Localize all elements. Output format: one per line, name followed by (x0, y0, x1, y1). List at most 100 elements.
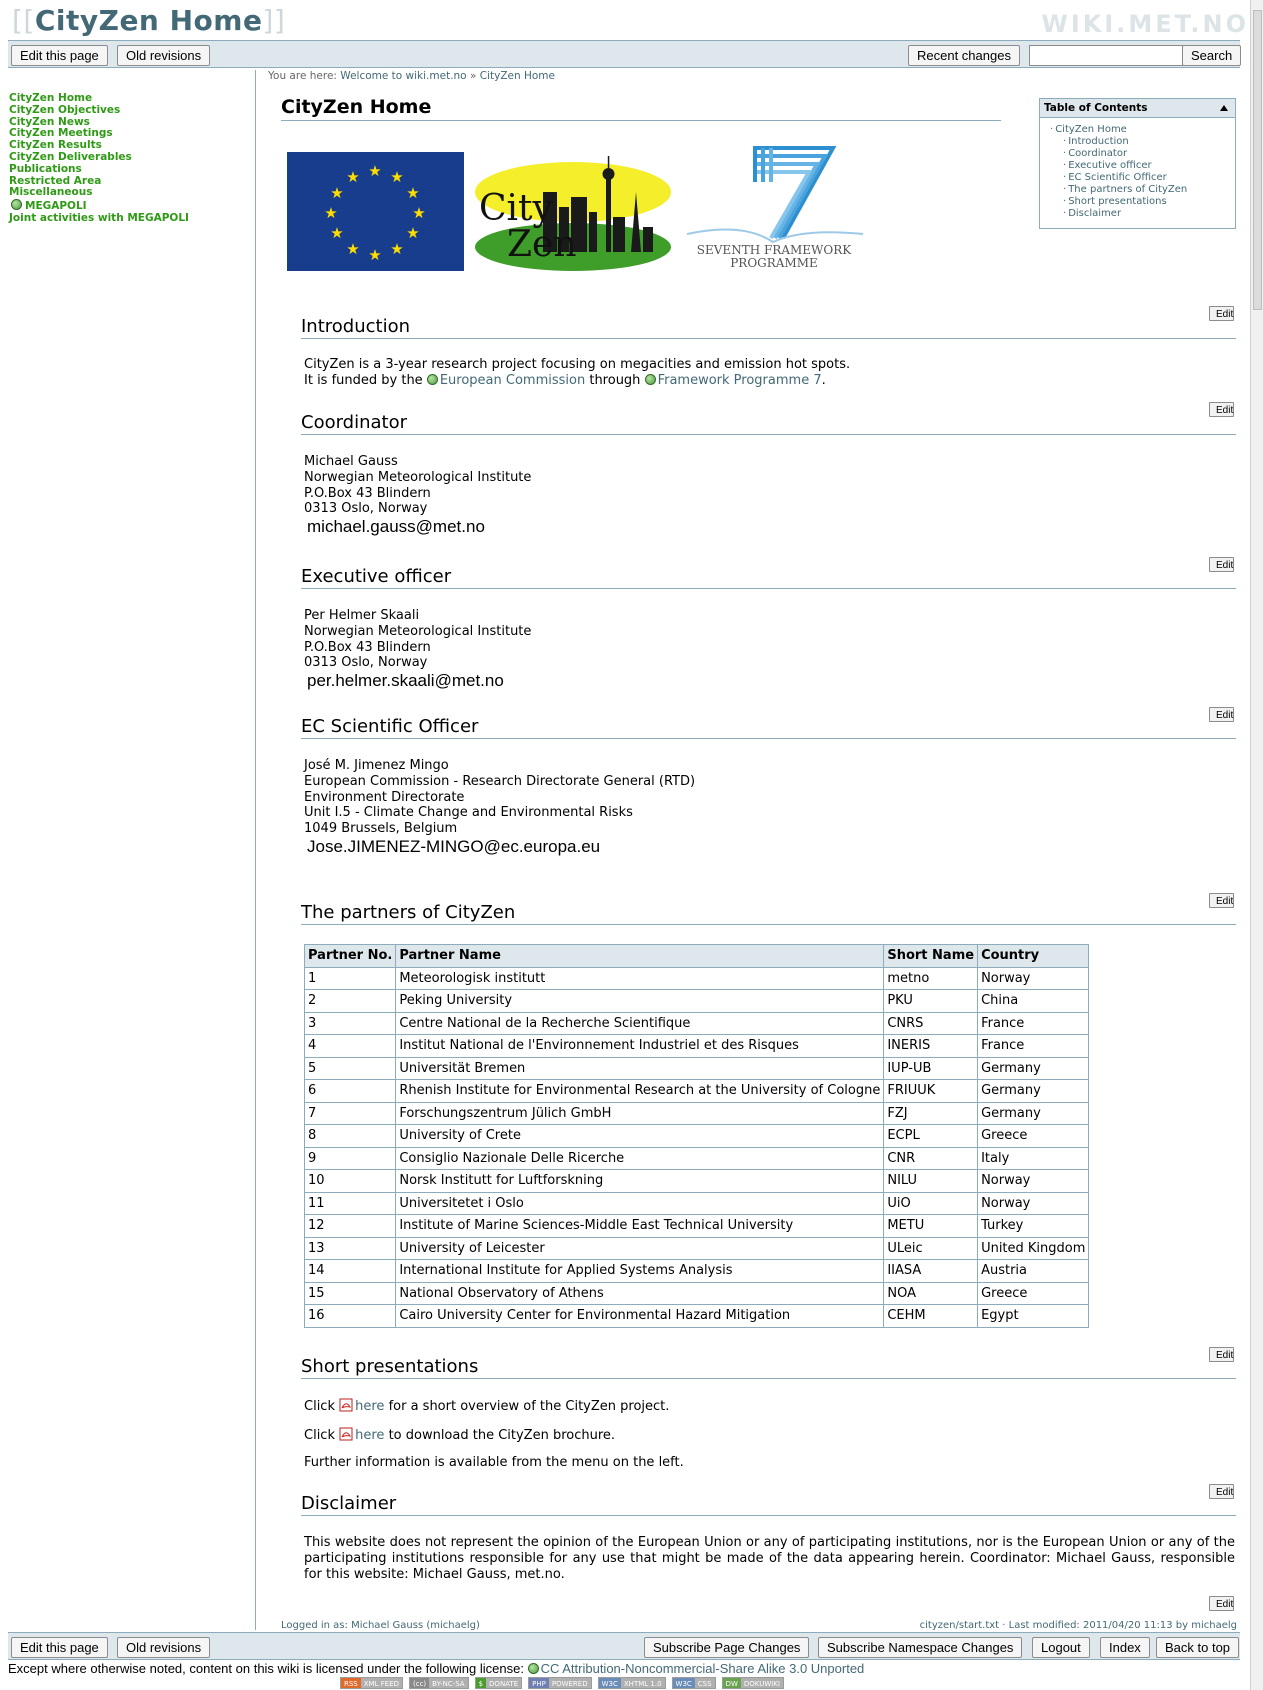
search-button[interactable]: Search (1182, 45, 1242, 66)
intro-period: . (821, 372, 826, 388)
badge-text: XML FEED (360, 1678, 402, 1688)
old-revisions-button-bottom[interactable]: Old revisions (117, 1637, 211, 1658)
cell-partner-name: Norsk Institutt for Luftforskning (395, 1169, 885, 1193)
footer-badge[interactable]: PHP POWERED (528, 1677, 592, 1689)
overview-pdf-link-label: here (355, 1399, 385, 1414)
footer-badge[interactable]: $ DONATE (474, 1677, 523, 1689)
wiki-brand-logo[interactable]: WIKI.MET.NO (1041, 10, 1249, 38)
cell-short-name: ECPL (883, 1124, 979, 1148)
footer-badge[interactable]: RSS XML FEED (340, 1677, 403, 1689)
footer-badge[interactable]: W3C XHTML 1.0 (597, 1677, 666, 1689)
breadcrumb-link-welcome[interactable]: Welcome to wiki.met.no (340, 70, 466, 82)
sidebar-nav: CityZen Home CityZen Objectives CityZen … (9, 92, 249, 225)
svg-text:★: ★ (330, 224, 343, 242)
logout-button[interactable]: Logout (1032, 1637, 1090, 1658)
coordinator-address: Michael Gauss Norwegian Meteorological I… (304, 454, 531, 535)
badge-text: DOKUWIKI (740, 1678, 783, 1688)
scrollbar[interactable] (1250, 0, 1263, 1690)
toc-list: CityZen Home Introduction Coordinator Ex… (1040, 118, 1235, 220)
license-link[interactable]: CC Attribution-Noncommercial-Share Alike… (527, 1661, 864, 1676)
framework-programme-link[interactable]: Framework Programme 7 (644, 373, 822, 388)
toc-collapse-arrow-icon[interactable] (1220, 105, 1228, 111)
cell-partner-name: University of Crete (395, 1124, 885, 1148)
cell-partner-no: 4 (303, 1034, 397, 1058)
old-revisions-button[interactable]: Old revisions (117, 45, 211, 66)
introduction-line2: It is funded by the European Commission … (304, 373, 850, 389)
ec-officer-unit: Unit I.5 - Climate Change and Environmen… (304, 805, 633, 821)
cell-partner-no: 10 (303, 1169, 397, 1193)
table-row: 5 Universität Bremen IUP-UB Germany (303, 1056, 1090, 1080)
section-heading-coordinator: Coordinator (301, 412, 1236, 435)
badge-label: W3C (672, 1678, 695, 1688)
table-row: 13 University of Leicester ULeic United Kin… (303, 1236, 1090, 1260)
scrollbar-thumb[interactable] (1253, 10, 1262, 310)
overview-pdf-link[interactable]: here (339, 1398, 385, 1414)
presentations-p1-rest: for a short overview of the CityZen proj… (388, 1399, 670, 1414)
badge-label: PHP (529, 1678, 549, 1688)
footer-badge[interactable]: W3C CSS (671, 1677, 716, 1689)
badge-label: W3C (598, 1678, 621, 1688)
sidebar-item-deliverables[interactable]: CityZen Deliverables (9, 151, 249, 164)
ec-officer-org: European Commission - Research Directora… (304, 773, 696, 789)
footer-badge[interactable]: (cc) BY-NC-SA (409, 1677, 469, 1689)
cell-short-name: ULeic (883, 1236, 979, 1260)
breadcrumb: You are here: Welcome to wiki.met.no » C… (268, 70, 555, 82)
back-to-top-button[interactable]: Back to top (1156, 1637, 1240, 1658)
edit-page-button[interactable]: Edit this page (11, 45, 108, 66)
introduction-text: CityZen is a 3-year research project foc… (304, 357, 850, 389)
toc-link-executive-officer[interactable]: Executive officer (1068, 160, 1151, 171)
recent-changes-button[interactable]: Recent changes (908, 45, 1020, 66)
cell-partner-no: 13 (303, 1236, 397, 1260)
page-title-link[interactable]: [[CityZen Home]] (12, 4, 285, 37)
toc-link-introduction[interactable]: Introduction (1068, 136, 1129, 147)
european-commission-link[interactable]: European Commission (426, 373, 585, 388)
column-header-partner-name: Partner Name (395, 944, 885, 968)
svg-text:★: ★ (368, 246, 381, 264)
cell-partner-no: 3 (303, 1011, 397, 1035)
cell-country: Greece (977, 1124, 1090, 1148)
table-row: 6 Rhenish Institute for Environmental Res… (303, 1079, 1090, 1103)
section-short-presentations: Short presentations (301, 1356, 1236, 1379)
sidebar-item-megapoli[interactable]: MEGAPOLI (9, 199, 249, 213)
badge-text: POWERED (548, 1678, 591, 1688)
ec-officer-city: 1049 Brussels, Belgium (304, 821, 458, 837)
cell-partner-no: 12 (303, 1214, 397, 1238)
breadcrumb-link-cityzen-home[interactable]: CityZen Home (480, 70, 555, 82)
coordinator-email: michael.gauss@met.no (307, 517, 485, 537)
index-button[interactable]: Index (1100, 1637, 1150, 1658)
sidebar-item-publications[interactable]: Publications (9, 163, 249, 176)
cell-short-name: PKU (883, 989, 979, 1013)
brochure-pdf-link[interactable]: here (339, 1427, 384, 1443)
subscribe-namespace-changes-button[interactable]: Subscribe Namespace Changes (818, 1637, 1023, 1658)
sidebar-item-objectives[interactable]: CityZen Objectives (9, 104, 249, 117)
cell-short-name: metno (883, 966, 979, 990)
sidebar-item-miscellaneous[interactable]: Miscellaneous (9, 187, 249, 199)
coordinator-name: Michael Gauss (304, 454, 398, 469)
toc-link-cityzen-home[interactable]: CityZen Home (1055, 124, 1127, 135)
section-disclaimer: Disclaimer (301, 1493, 1236, 1516)
toc-link-disclaimer[interactable]: Disclaimer (1068, 208, 1121, 219)
sidebar-item-joint-activities[interactable]: Joint activities with MEGAPOLI (9, 212, 249, 225)
footer-badge[interactable]: DW DOKUWIKI (721, 1677, 784, 1689)
edit-page-button-bottom[interactable]: Edit this page (11, 1637, 108, 1658)
search-input[interactable] (1029, 45, 1183, 66)
cell-partner-name: Forschungszentrum Jülich GmbH (395, 1101, 885, 1125)
edit-page-small-button[interactable]: Edit (1209, 1596, 1234, 1611)
toc-link-coordinator[interactable]: Coordinator (1068, 148, 1127, 159)
cell-partner-no: 8 (303, 1124, 397, 1148)
toc-header[interactable]: Table of Contents (1040, 99, 1235, 118)
cell-short-name: FZJ (883, 1101, 979, 1125)
subscribe-page-changes-button[interactable]: Subscribe Page Changes (644, 1637, 810, 1658)
cell-partner-no: 14 (303, 1259, 397, 1283)
external-link-globe-icon (527, 1663, 539, 1674)
section-heading-partners: The partners of CityZen (301, 902, 1236, 925)
toc-link-partners[interactable]: The partners of CityZen (1068, 184, 1187, 195)
breadcrumb-separator: » (469, 70, 477, 82)
executive-city: 0313 Oslo, Norway (304, 655, 428, 671)
toc-link-short-presentations[interactable]: Short presentations (1068, 196, 1167, 207)
toc-link-ec-scientific-officer[interactable]: EC Scientific Officer (1068, 172, 1167, 183)
badge-label: DW (722, 1678, 741, 1688)
disclaimer-text: This website does not represent the opin… (304, 1535, 1235, 1582)
fp7-logo: SEVENTH FRAMEWORK PROGRAMME (686, 146, 864, 270)
executive-institute: Norwegian Meteorological Institute (304, 623, 532, 639)
